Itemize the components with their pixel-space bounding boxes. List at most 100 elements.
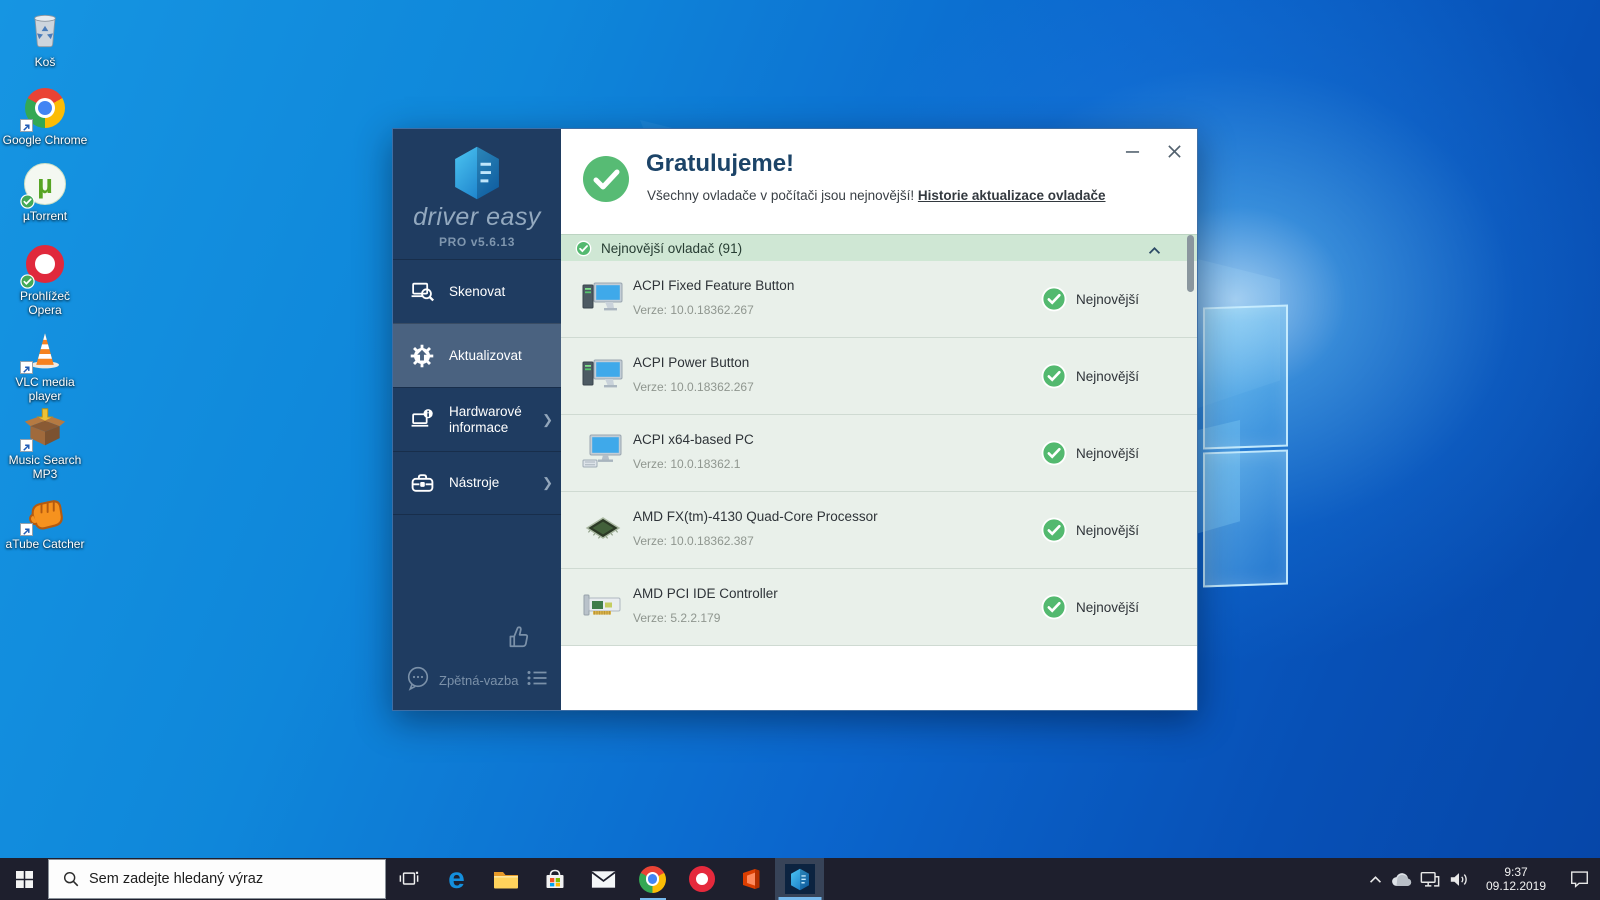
uptodate-group-banner[interactable]: Nejnovější ovladač (91) bbox=[561, 234, 1197, 261]
tray-chevron-up-icon[interactable] bbox=[1362, 858, 1388, 900]
search-placeholder: Sem zadejte hledaný výraz bbox=[89, 871, 263, 887]
office-icon bbox=[738, 866, 764, 892]
taskbar-opera-button[interactable] bbox=[677, 858, 726, 900]
taskbar-file-explorer-button[interactable] bbox=[481, 858, 530, 900]
sidebar-item-nastroje[interactable]: Nástroje ❯ bbox=[393, 451, 561, 515]
brand-name: driver easy bbox=[413, 203, 541, 232]
recycle-bin-icon bbox=[23, 8, 67, 52]
chevron-right-icon: ❯ bbox=[542, 475, 553, 491]
desktop-icon-opera[interactable]: Prohlížeč Opera bbox=[2, 242, 88, 317]
driver-easy-hexagon-logo bbox=[450, 145, 504, 201]
music-search-icon bbox=[23, 406, 67, 450]
driver-name: ACPI x64-based PC bbox=[633, 432, 754, 447]
taskbar-edge-button[interactable]: e bbox=[432, 858, 481, 900]
driver-status: Nejnovější bbox=[1041, 363, 1139, 389]
sidebar-item-skenovat[interactable]: Skenovat bbox=[393, 259, 561, 323]
shortcut-arrow-icon bbox=[20, 119, 33, 132]
chevron-right-icon: ❯ bbox=[542, 412, 553, 428]
desktop-icon-label: Koš bbox=[35, 55, 56, 69]
feedback-label[interactable]: Zpětná-vazba bbox=[439, 673, 525, 688]
driver-status: Nejnovější bbox=[1041, 440, 1139, 466]
chrome-icon bbox=[639, 866, 666, 893]
status-label: Nejnovější bbox=[1076, 369, 1139, 384]
driver-version: Verze: 10.0.18362.1 bbox=[633, 457, 740, 471]
toolbox-icon bbox=[409, 470, 435, 496]
edge-icon: e bbox=[448, 862, 465, 896]
desktop-icon-label: aTube Catcher bbox=[6, 537, 85, 551]
search-input[interactable]: Sem zadejte hledaný výraz bbox=[48, 859, 386, 899]
desktop-icon-music-search-mp3[interactable]: Music Search MP3 bbox=[2, 406, 88, 481]
desktop-icon-label: VLC media player bbox=[2, 375, 88, 403]
desktop-icon-utorrent[interactable]: µ µTorrent bbox=[2, 162, 88, 223]
system-tray: 9:37 09.12.2019 bbox=[1362, 858, 1600, 900]
taskbar-clock[interactable]: 9:37 09.12.2019 bbox=[1474, 865, 1558, 893]
onedrive-cloud-icon[interactable] bbox=[1388, 858, 1416, 900]
driver-row[interactable]: AMD PCI IDE Controller Verze: 5.2.2.179 … bbox=[561, 569, 1197, 646]
desktop-icon-label: Google Chrome bbox=[3, 133, 88, 147]
desktop-icon-atube-catcher[interactable]: aTube Catcher bbox=[2, 490, 88, 551]
vlc-icon bbox=[23, 328, 67, 372]
action-center-button[interactable] bbox=[1558, 858, 1600, 900]
desktop-icon-label: Prohlížeč Opera bbox=[2, 289, 88, 317]
computer-monitor-icon bbox=[581, 432, 625, 472]
chevron-up-icon[interactable] bbox=[1148, 242, 1161, 260]
driver-row[interactable]: AMD FX(tm)-4130 Quad-Core Processor Verz… bbox=[561, 492, 1197, 569]
taskbar-office-button[interactable] bbox=[726, 858, 775, 900]
status-label: Nejnovější bbox=[1076, 600, 1139, 615]
driver-row[interactable]: ACPI Fixed Feature Button Verze: 10.0.18… bbox=[561, 261, 1197, 338]
search-icon bbox=[63, 871, 79, 887]
wallpaper-window-pane bbox=[1203, 305, 1288, 450]
sidebar-menu: Skenovat bbox=[393, 259, 561, 515]
feedback-bubble-icon[interactable] bbox=[405, 665, 431, 696]
brand-version: PRO v5.6.13 bbox=[439, 235, 515, 249]
clock-date: 09.12.2019 bbox=[1474, 879, 1558, 893]
close-button[interactable] bbox=[1161, 139, 1187, 163]
driver-row[interactable]: ACPI Power Button Verze: 10.0.18362.267 … bbox=[561, 338, 1197, 415]
shortcut-arrow-icon bbox=[20, 361, 33, 374]
task-view-button[interactable] bbox=[386, 858, 432, 900]
app-logo: driver easy PRO v5.6.13 bbox=[393, 129, 561, 259]
driver-name: ACPI Power Button bbox=[633, 355, 749, 370]
uptodate-check-badge bbox=[20, 274, 34, 288]
minimize-button[interactable] bbox=[1119, 139, 1145, 163]
driver-easy-window: driver easy PRO v5.6.13 Skenovat bbox=[392, 128, 1198, 711]
driver-version: Verze: 5.2.2.179 bbox=[633, 611, 720, 625]
sidebar: driver easy PRO v5.6.13 Skenovat bbox=[393, 129, 561, 710]
status-check-icon bbox=[1041, 517, 1067, 543]
wallpaper-window-pane bbox=[1203, 450, 1288, 588]
hardware-info-icon bbox=[409, 407, 435, 433]
shortcut-arrow-icon bbox=[20, 523, 33, 536]
network-icon[interactable] bbox=[1416, 858, 1444, 900]
sidebar-item-label: Skenovat bbox=[449, 284, 505, 300]
scrollbar-thumb[interactable] bbox=[1187, 235, 1194, 292]
desktop-icon-label: Music Search MP3 bbox=[2, 453, 88, 481]
driver-row[interactable]: ACPI x64-based PC Verze: 10.0.18362.1 Ne… bbox=[561, 415, 1197, 492]
result-header: Gratulujeme! Všechny ovladače v počítači… bbox=[561, 129, 1197, 234]
status-label: Nejnovější bbox=[1076, 523, 1139, 538]
desktop-icon-recycle-bin[interactable]: Koš bbox=[2, 8, 88, 69]
driver-version: Verze: 10.0.18362.267 bbox=[633, 380, 754, 394]
clock-time: 9:37 bbox=[1474, 865, 1558, 879]
taskbar-chrome-button[interactable] bbox=[628, 858, 677, 900]
list-menu-icon[interactable] bbox=[525, 666, 549, 695]
scan-icon bbox=[409, 279, 435, 305]
taskbar-store-button[interactable] bbox=[530, 858, 579, 900]
taskbar: Sem zadejte hledaný výraz e bbox=[0, 858, 1600, 900]
volume-icon[interactable] bbox=[1444, 858, 1474, 900]
driver-version: Verze: 10.0.18362.267 bbox=[633, 303, 754, 317]
desktop-icon-google-chrome[interactable]: Google Chrome bbox=[2, 86, 88, 147]
start-button[interactable] bbox=[0, 858, 48, 900]
sidebar-item-hardwarove-informace[interactable]: Hardwarové informace ❯ bbox=[393, 387, 561, 451]
desktop-pc-icon bbox=[581, 355, 625, 395]
desktop-icon-vlc[interactable]: VLC media player bbox=[2, 328, 88, 403]
sidebar-item-aktualizovat[interactable]: Aktualizovat bbox=[393, 323, 561, 387]
taskbar-mail-button[interactable] bbox=[579, 858, 628, 900]
status-check-icon bbox=[1041, 286, 1067, 312]
taskbar-driver-easy-button[interactable] bbox=[775, 858, 824, 900]
update-history-link[interactable]: Historie aktualizace ovladače bbox=[918, 188, 1106, 203]
sidebar-item-label: Aktualizovat bbox=[449, 348, 522, 364]
thumbs-up-icon[interactable] bbox=[505, 624, 531, 655]
success-check-icon bbox=[582, 155, 630, 208]
cpu-chip-icon bbox=[581, 509, 625, 549]
update-gear-icon bbox=[409, 343, 435, 369]
